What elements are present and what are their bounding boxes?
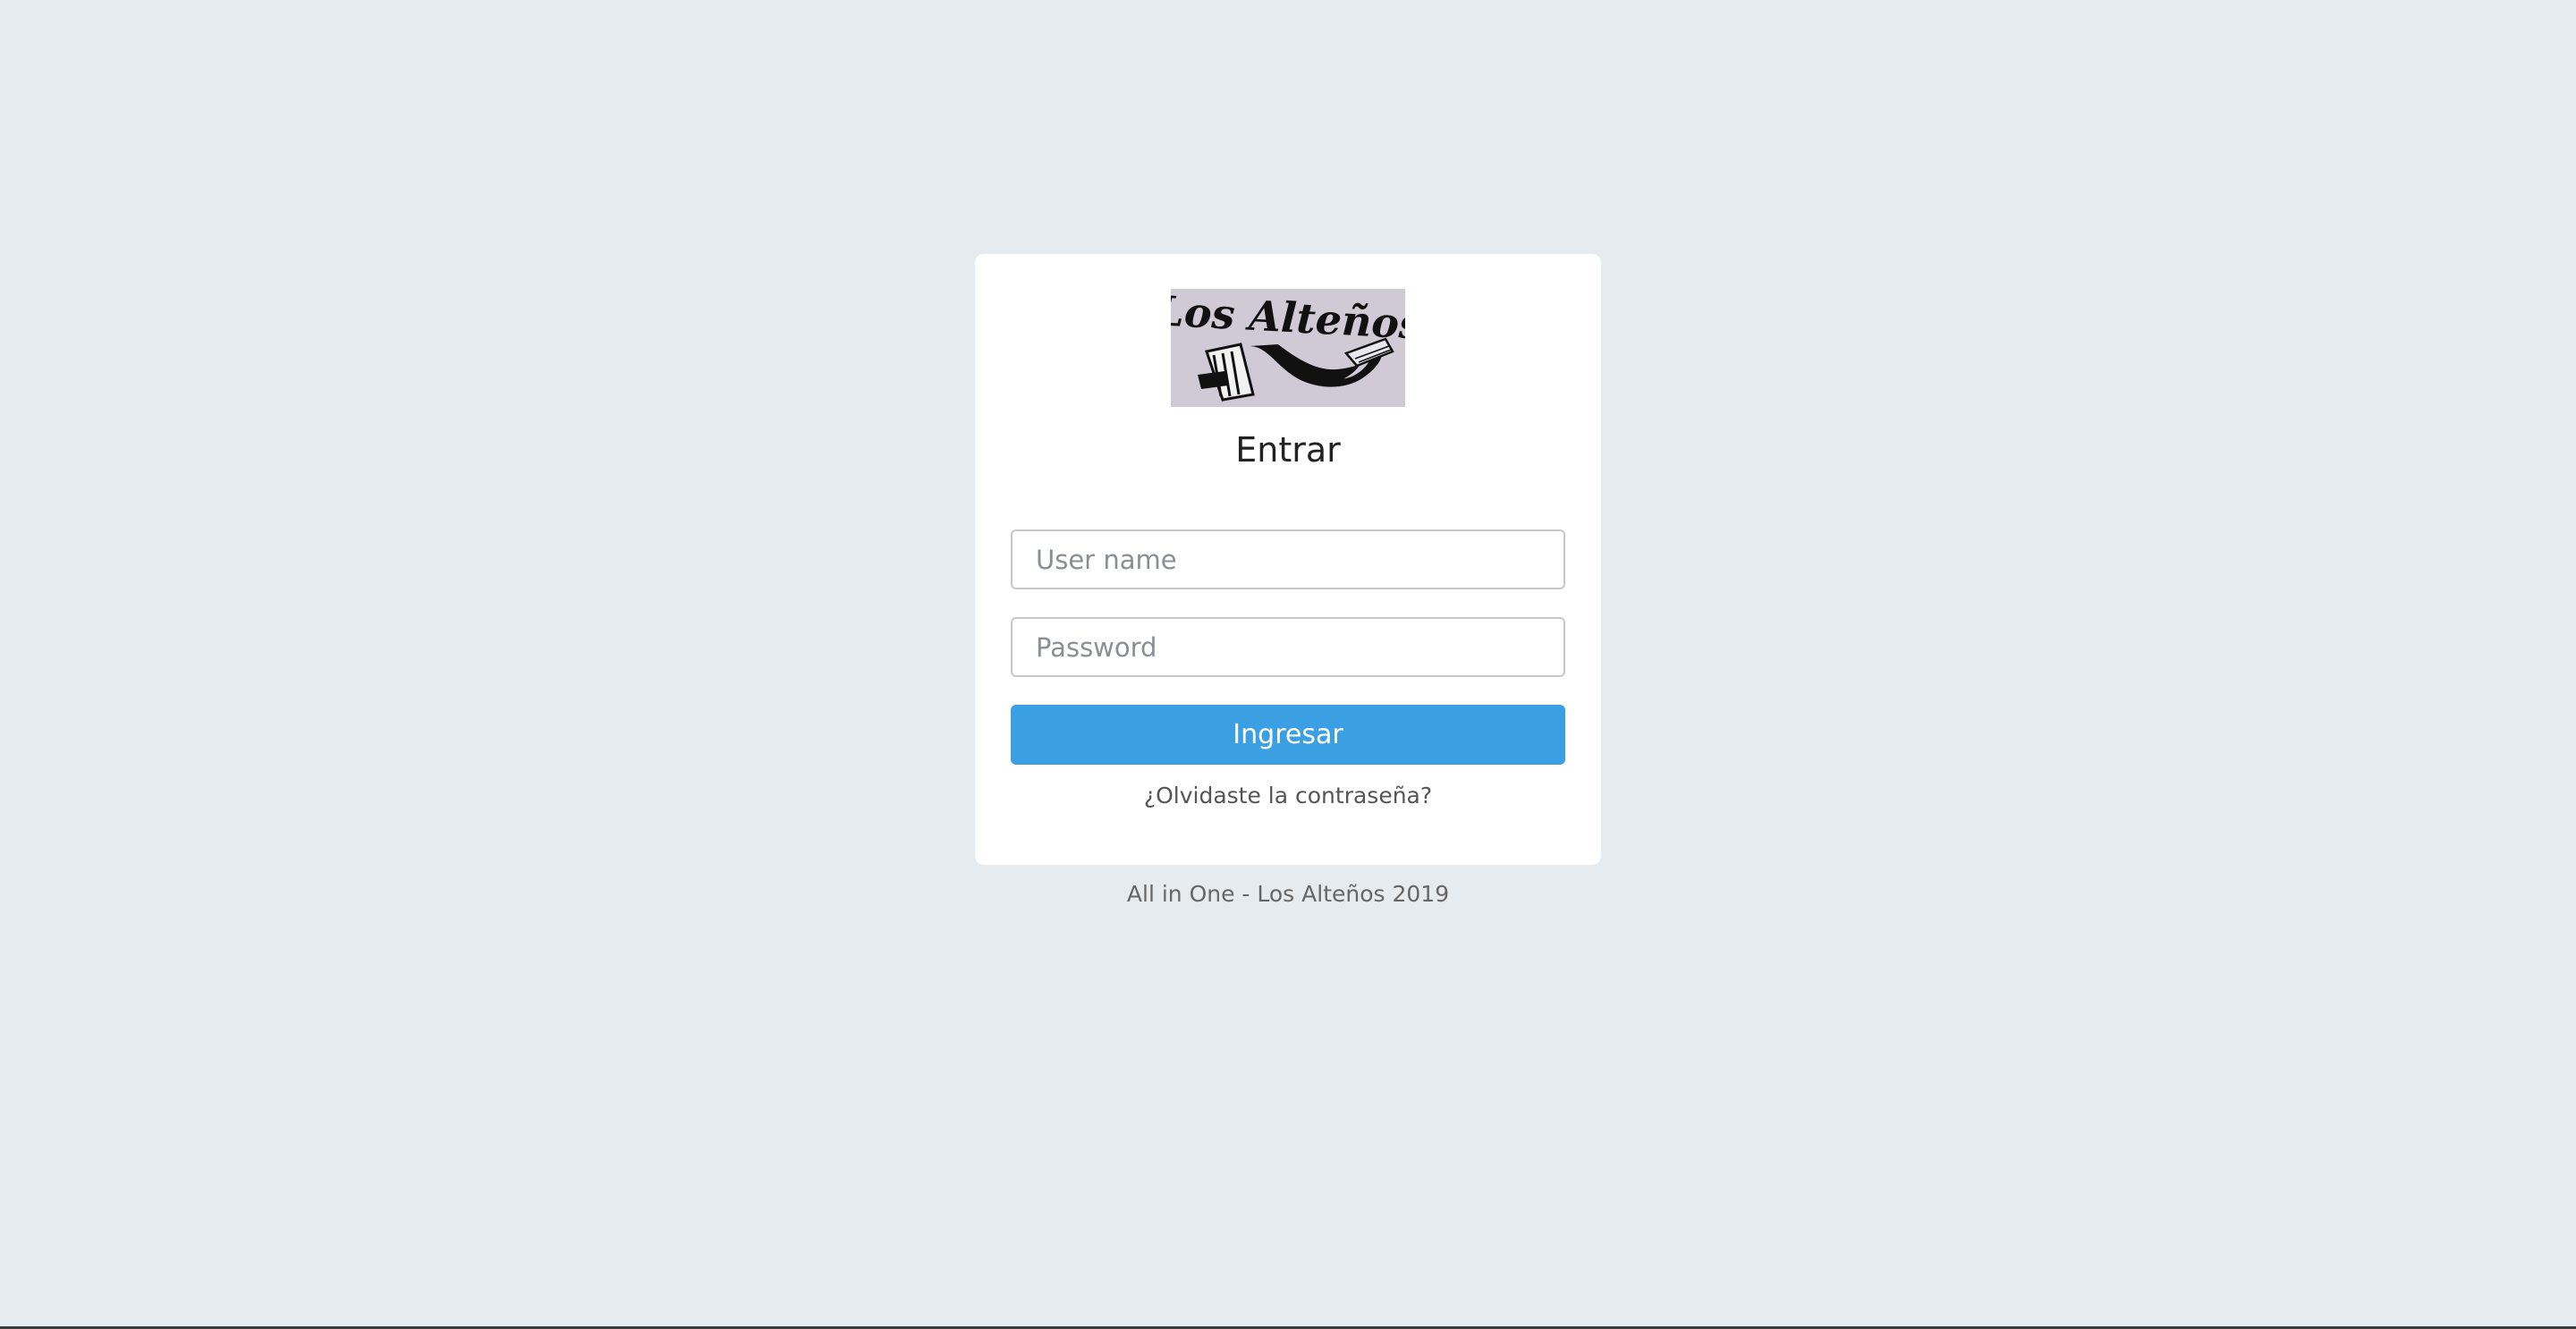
username-input[interactable]	[1011, 529, 1565, 589]
login-button[interactable]: Ingresar	[1011, 705, 1565, 765]
forgot-password-link[interactable]: ¿Olvidaste la contraseña?	[975, 782, 1601, 811]
brand-logo: Los Alteños	[1171, 289, 1405, 407]
login-card: Los Alteños Entrar Ingresar ¿Olvidaste l…	[975, 254, 1601, 865]
password-input[interactable]	[1011, 617, 1565, 677]
footer-copyright: All in One - Los Alteños 2019	[1126, 881, 1450, 907]
login-heading: Entrar	[1235, 430, 1341, 470]
